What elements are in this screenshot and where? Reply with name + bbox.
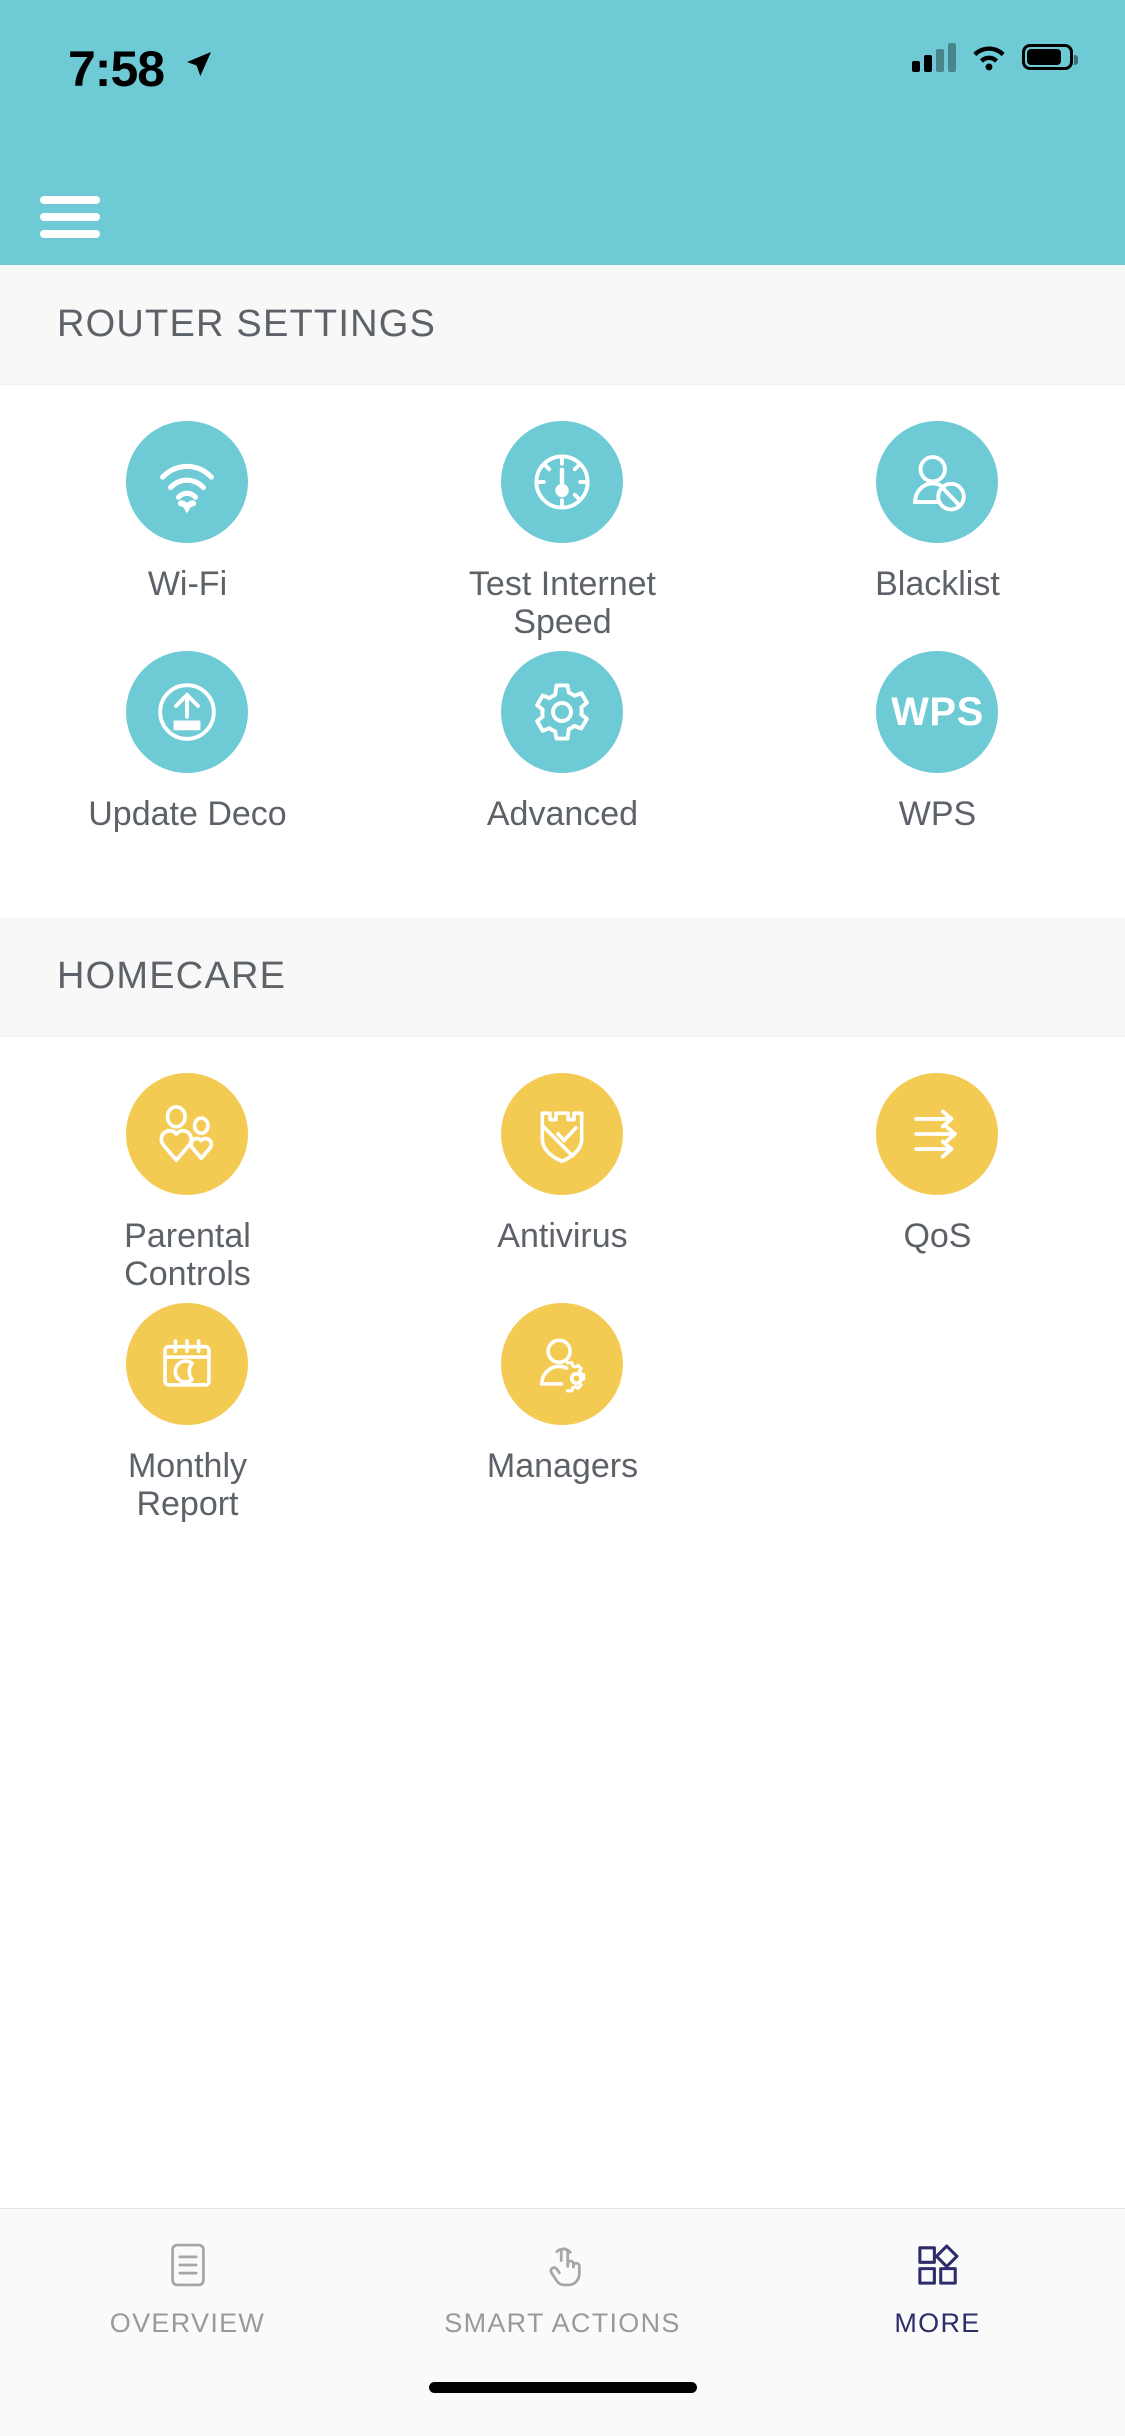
tile-antivirus[interactable]: Antivirus: [375, 1073, 750, 1293]
tile-grid-router-settings: Wi-Fi Test Internet Speed Blacklist Upda…: [0, 385, 1125, 876]
tile-wifi[interactable]: Wi-Fi: [0, 421, 375, 641]
tile-parental-controls[interactable]: Parental Controls: [0, 1073, 375, 1293]
status-bar-time: 7:58: [68, 41, 165, 97]
tab-more[interactable]: MORE: [750, 2209, 1125, 2366]
tile-label: Managers: [486, 1447, 639, 1486]
document-list-icon: [170, 2243, 205, 2287]
hand-tap-icon: [548, 2247, 581, 2287]
tile-qos[interactable]: QoS: [750, 1073, 1125, 1293]
tile-label: Wi-Fi: [147, 565, 228, 603]
section-title: HOMECARE: [57, 955, 287, 998]
calendar-moon-icon: [126, 1303, 249, 1426]
tile-label: Advanced: [486, 795, 639, 834]
content-scroll-area[interactable]: ROUTER SETTINGS Wi-Fi Test Internet Spee…: [0, 265, 1125, 2208]
tile-label: Antivirus: [497, 1217, 628, 1256]
upload-update-icon: [126, 651, 249, 774]
tile-label: Blacklist: [875, 565, 1000, 603]
tab-label: MORE: [894, 2308, 981, 2338]
wps-icon-text: WPS: [891, 689, 984, 734]
wifi-icon: [973, 46, 1005, 71]
cellular-signal-icon: [912, 42, 956, 72]
tile-test-internet-speed[interactable]: Test Internet Speed: [375, 421, 750, 641]
tile-update-deco[interactable]: Update Deco: [0, 651, 375, 833]
status-bar: 7:58: [0, 0, 1125, 168]
app-screen: 7:58 ROUTER SETTINGS Wi-Fi Test Internet…: [0, 0, 1125, 2436]
tile-wps[interactable]: WPS WPS: [750, 651, 1125, 833]
tile-label: QoS: [903, 1217, 972, 1256]
wps-text-icon: WPS: [876, 651, 999, 774]
three-arrows-icon: [876, 1073, 999, 1196]
shield-check-icon: [501, 1073, 624, 1196]
tile-label: Update Deco: [88, 795, 287, 834]
tile-blacklist[interactable]: Blacklist: [750, 421, 1125, 641]
battery-icon: [1022, 44, 1078, 70]
home-indicator-area: [0, 2366, 1125, 2436]
tab-smart-actions[interactable]: SMART ACTIONS: [375, 2209, 750, 2366]
tile-label: WPS: [898, 795, 977, 834]
tab-overview[interactable]: OVERVIEW: [0, 2209, 375, 2366]
tile-label: Monthly Report: [127, 1447, 248, 1524]
section-header-router-settings: ROUTER SETTINGS: [0, 265, 1125, 385]
bottom-tab-bar: OVERVIEW SMART ACTIONS MORE: [0, 2208, 1125, 2366]
home-indicator[interactable]: [428, 2382, 697, 2393]
tile-monthly-report[interactable]: Monthly Report: [0, 1303, 375, 1523]
tab-label: SMART ACTIONS: [444, 2308, 681, 2338]
user-blocked-icon: [876, 421, 999, 543]
status-bar-indicators: [912, 42, 1078, 72]
tile-label: Parental Controls: [124, 1217, 251, 1294]
section-spacer: [0, 875, 1125, 918]
grid-diamond-icon: [917, 2244, 958, 2285]
location-arrow-icon: [183, 48, 215, 85]
section-header-homecare: HOMECARE: [0, 917, 1125, 1038]
tile-managers[interactable]: Managers: [375, 1303, 750, 1523]
gear-icon: [501, 651, 624, 774]
tile-advanced[interactable]: Advanced: [375, 651, 750, 833]
user-gear-icon: [501, 1303, 624, 1426]
tile-grid-homecare: Parental Controls Antivirus QoS Monthly …: [0, 1037, 1125, 1566]
app-bar: [0, 168, 1125, 265]
section-title: ROUTER SETTINGS: [57, 303, 437, 345]
speedometer-icon: [501, 421, 624, 543]
hamburger-menu-icon[interactable]: [40, 196, 100, 238]
tab-label: OVERVIEW: [109, 2308, 266, 2338]
wifi-icon: [126, 421, 249, 543]
tile-label: Test Internet Speed: [468, 565, 657, 642]
family-hearts-icon: [126, 1073, 249, 1196]
